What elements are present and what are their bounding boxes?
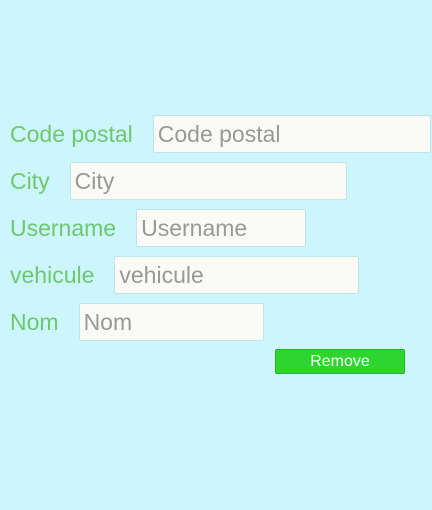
city-label: City	[10, 167, 50, 194]
username-label: Username	[10, 214, 117, 241]
username-input[interactable]	[136, 209, 307, 247]
nom-input[interactable]	[78, 303, 264, 341]
vehicule-label: vehicule	[10, 261, 95, 288]
nom-label: Nom	[10, 308, 59, 335]
code-postal-row: Code postal	[10, 115, 431, 153]
code-postal-label: Code postal	[10, 120, 133, 147]
vehicule-row: vehicule	[10, 256, 360, 294]
city-input[interactable]	[69, 162, 347, 200]
remove-button[interactable]: Remove	[275, 349, 405, 374]
vehicule-input[interactable]	[114, 256, 360, 294]
code-postal-input[interactable]	[152, 115, 431, 153]
city-row: City	[10, 162, 347, 200]
nom-row: Nom	[10, 303, 264, 341]
username-row: Username	[10, 209, 307, 247]
